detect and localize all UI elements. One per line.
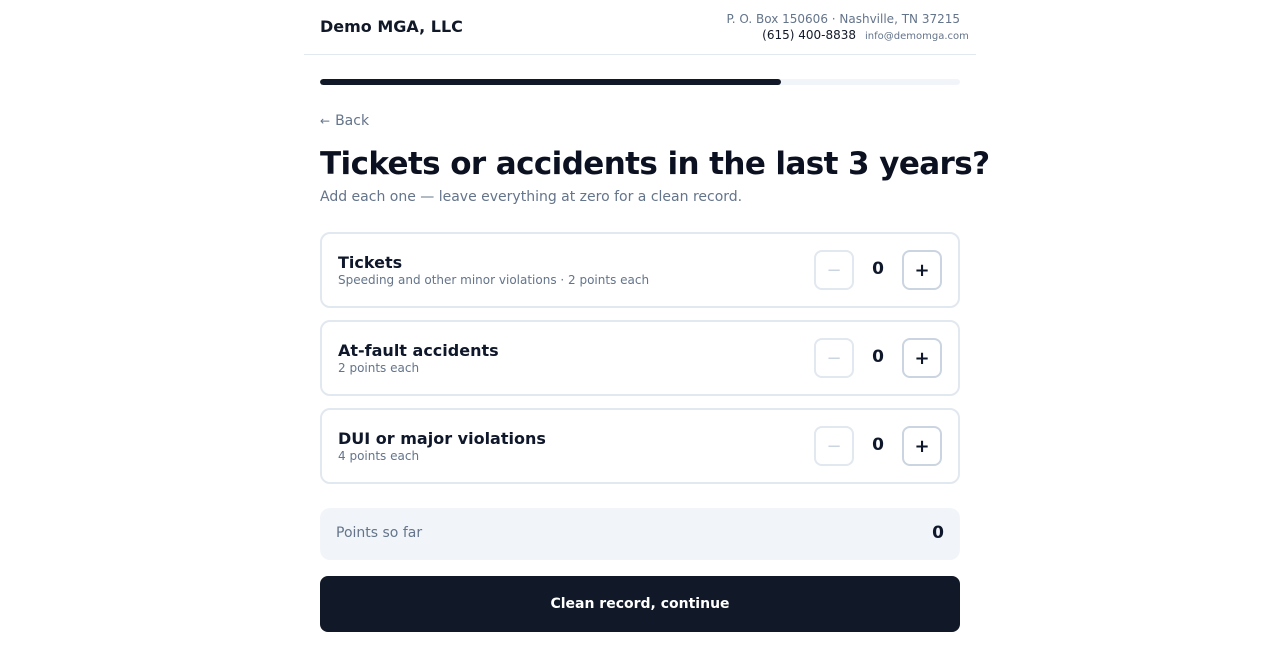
back-arrow-icon: ← xyxy=(320,114,331,128)
increment-button[interactable]: + xyxy=(902,250,942,290)
counter-value: 0 xyxy=(872,259,884,279)
minus-icon: − xyxy=(826,259,842,281)
header: Demo MGA, LLC P. O. Box 150606 · Nashvil… xyxy=(304,0,976,55)
points-value: 0 xyxy=(932,523,944,543)
plus-icon: + xyxy=(914,347,930,369)
page-title: Tickets or accidents in the last 3 years… xyxy=(320,146,990,182)
page-subtitle: Add each one — leave everything at zero … xyxy=(320,189,743,205)
points-label: Points so far xyxy=(336,525,423,541)
increment-button[interactable]: + xyxy=(902,338,942,378)
accidents-card: At-fault accidents 2 points each − 0 + xyxy=(320,320,960,396)
counter-value: 0 xyxy=(872,347,884,367)
plus-icon: + xyxy=(914,259,930,281)
card-title: Tickets xyxy=(338,253,403,272)
back-link[interactable]: ← Back xyxy=(320,113,369,129)
contact-email[interactable]: info@demomga.com xyxy=(865,31,969,42)
minus-icon: − xyxy=(826,347,842,369)
progress-bar xyxy=(320,79,960,85)
contact-line: (615) 400-8838 info@demomga.com xyxy=(762,28,969,42)
card-title: At-fault accidents xyxy=(338,341,499,360)
dui-stepper: − 0 + xyxy=(814,426,942,466)
contact-address: P. O. Box 150606 · Nashville, TN 37215 xyxy=(726,12,960,26)
tickets-card: Tickets Speeding and other minor violati… xyxy=(320,232,960,308)
card-description: Speeding and other minor violations · 2 … xyxy=(338,273,650,287)
decrement-button[interactable]: − xyxy=(814,426,854,466)
points-summary: Points so far 0 xyxy=(320,508,960,560)
accidents-stepper: − 0 + xyxy=(814,338,942,378)
continue-label: Clean record, continue xyxy=(550,596,730,612)
dui-card: DUI or major violations 4 points each − … xyxy=(320,408,960,484)
progress-fill xyxy=(320,79,781,85)
card-title: DUI or major violations xyxy=(338,429,546,448)
decrement-button[interactable]: − xyxy=(814,250,854,290)
plus-icon: + xyxy=(914,435,930,457)
page-container: Demo MGA, LLC P. O. Box 150606 · Nashvil… xyxy=(304,0,990,660)
brand-name: Demo MGA, LLC xyxy=(320,17,463,36)
contact-phone[interactable]: (615) 400-8838 xyxy=(762,28,856,42)
increment-button[interactable]: + xyxy=(902,426,942,466)
continue-button[interactable]: Clean record, continue xyxy=(320,576,960,632)
counter-value: 0 xyxy=(872,435,884,455)
minus-icon: − xyxy=(826,435,842,457)
card-description: 4 points each xyxy=(338,449,420,463)
card-description: 2 points each xyxy=(338,361,420,375)
decrement-button[interactable]: − xyxy=(814,338,854,378)
back-label: Back xyxy=(335,113,370,129)
tickets-stepper: − 0 + xyxy=(814,250,942,290)
